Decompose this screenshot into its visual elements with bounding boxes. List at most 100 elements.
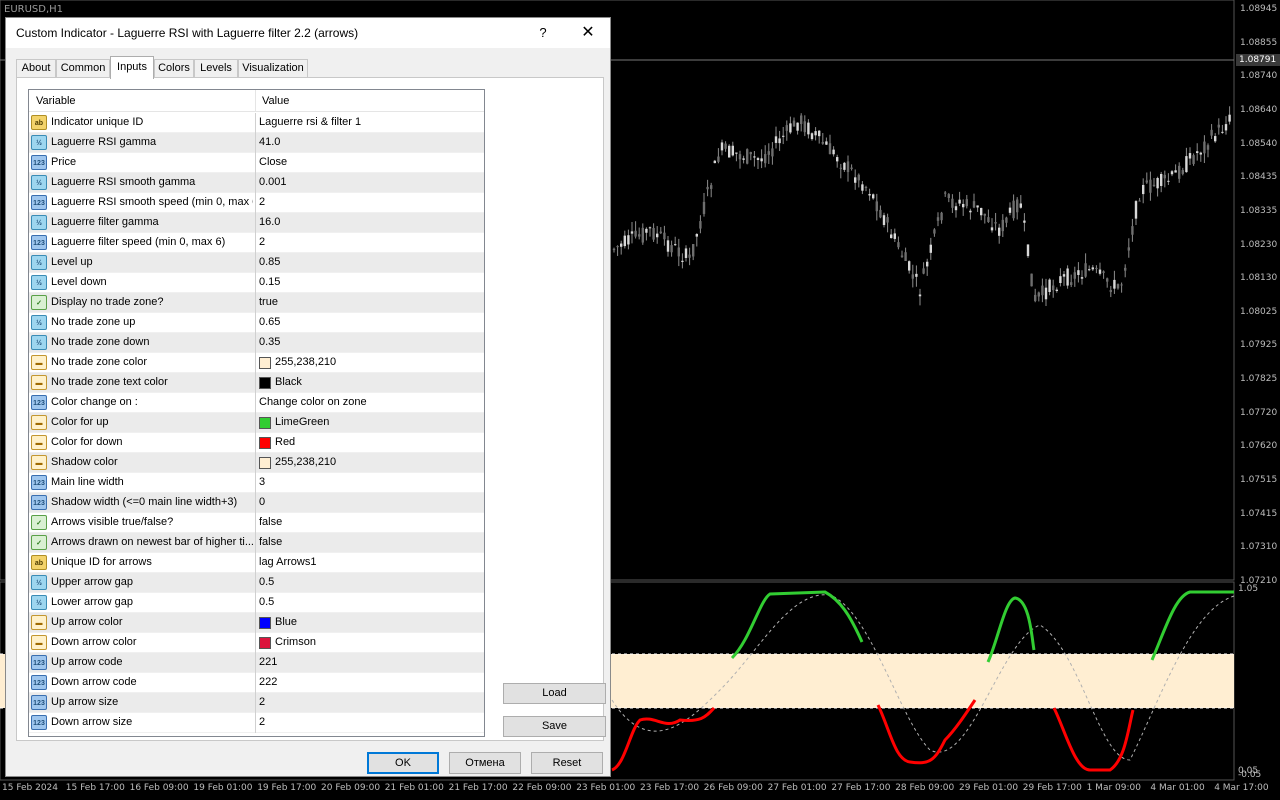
input-value[interactable]: 0 [259, 496, 265, 508]
color-swatch[interactable] [259, 637, 271, 649]
input-row[interactable]: ▬ Up arrow color Blue [29, 613, 484, 633]
input-row[interactable]: 123 Down arrow code 222 [29, 673, 484, 693]
input-value[interactable]: 0.15 [259, 276, 280, 288]
input-row[interactable]: ½ No trade zone down 0.35 [29, 333, 484, 353]
candle-body [832, 149, 835, 155]
column-header-variable[interactable]: Variable [36, 95, 76, 107]
input-value[interactable]: 0.5 [259, 596, 274, 608]
input-row[interactable]: ▬ No trade zone text color Black [29, 373, 484, 393]
input-row[interactable]: ab Indicator unique ID Laguerre rsi & filt… [29, 113, 484, 133]
tab-colors[interactable]: Colors [154, 59, 194, 78]
input-value[interactable]: Blue [275, 616, 297, 628]
input-row[interactable]: ½ No trade zone up 0.65 [29, 313, 484, 333]
load-button[interactable]: Load [503, 683, 606, 704]
row-separator [255, 633, 256, 653]
input-value[interactable]: Laguerre rsi & filter 1 [259, 116, 361, 128]
tab-about[interactable]: About [16, 59, 56, 78]
input-row[interactable]: 123 Up arrow code 221 [29, 653, 484, 673]
input-row[interactable]: 123 Laguerre RSI smooth speed (min 0, max… [29, 193, 484, 213]
tab-common[interactable]: Common [56, 59, 110, 78]
ok-button[interactable]: OK [367, 752, 439, 774]
color-swatch[interactable] [259, 357, 271, 369]
close-button[interactable]: ✕ [572, 22, 604, 44]
input-row[interactable]: ½ Upper arrow gap 0.5 [29, 573, 484, 593]
input-name: Up arrow color [51, 616, 123, 628]
input-row[interactable]: ½ Laguerre filter gamma 16.0 [29, 213, 484, 233]
input-value[interactable]: 2 [259, 716, 265, 728]
input-value[interactable]: 41.0 [259, 136, 280, 148]
input-value[interactable]: 3 [259, 476, 265, 488]
input-value[interactable]: 0.5 [259, 576, 274, 588]
tab-levels[interactable]: Levels [194, 59, 238, 78]
input-row[interactable]: ½ Lower arrow gap 0.5 [29, 593, 484, 613]
cancel-button[interactable]: Отмена [449, 752, 521, 774]
oscillator-tick-label: -0.05 [1238, 770, 1262, 780]
input-row[interactable]: ½ Laguerre RSI smooth gamma 0.001 [29, 173, 484, 193]
input-row[interactable]: ½ Level down 0.15 [29, 273, 484, 293]
candle-body [706, 186, 709, 190]
input-value[interactable]: 2 [259, 196, 265, 208]
input-row[interactable]: 123 Main line width 3 [29, 473, 484, 493]
input-value[interactable]: false [259, 516, 282, 528]
input-value[interactable]: Change color on zone [259, 396, 367, 408]
input-row[interactable]: 123 Up arrow size 2 [29, 693, 484, 713]
input-row[interactable]: ✓ Arrows visible true/false? false [29, 513, 484, 533]
color-swatch[interactable] [259, 437, 271, 449]
input-value[interactable]: 0.85 [259, 256, 280, 268]
input-name: Color for up [51, 416, 109, 428]
color-swatch[interactable] [259, 617, 271, 629]
column-separator[interactable] [255, 90, 256, 112]
input-row[interactable]: ▬ No trade zone color 255,238,210 [29, 353, 484, 373]
input-row[interactable]: ▬ Color for up LimeGreen [29, 413, 484, 433]
input-value[interactable]: 2 [259, 696, 265, 708]
input-value[interactable]: Black [275, 376, 302, 388]
tab-visualization[interactable]: Visualization [238, 59, 308, 78]
help-button[interactable]: ? [528, 22, 558, 44]
candle-body [965, 199, 968, 207]
input-value[interactable]: 0.65 [259, 316, 280, 328]
color-swatch[interactable] [259, 457, 271, 469]
input-value[interactable]: 255,238,210 [275, 456, 336, 468]
color-swatch[interactable] [259, 377, 271, 389]
candle-body [764, 154, 767, 164]
input-row[interactable]: ½ Laguerre RSI gamma 41.0 [29, 133, 484, 153]
candle-body [717, 156, 720, 162]
tab-inputs[interactable]: Inputs [110, 56, 154, 79]
input-value[interactable]: Close [259, 156, 287, 168]
input-row[interactable]: 123 Shadow width (<=0 main line width+3) 0 [29, 493, 484, 513]
input-value[interactable]: true [259, 296, 278, 308]
input-value[interactable]: 222 [259, 676, 277, 688]
input-row[interactable]: ▬ Shadow color 255,238,210 [29, 453, 484, 473]
input-value[interactable]: Crimson [275, 636, 316, 648]
input-value[interactable]: LimeGreen [275, 416, 329, 428]
integer-type-icon: 123 [31, 695, 47, 710]
input-value[interactable]: 0.001 [259, 176, 287, 188]
input-row[interactable]: ½ Level up 0.85 [29, 253, 484, 273]
color-swatch[interactable] [259, 417, 271, 429]
input-value[interactable]: false [259, 536, 282, 548]
input-row[interactable]: ab Unique ID for arrows lag Arrows1 [29, 553, 484, 573]
input-value[interactable]: 0.35 [259, 336, 280, 348]
input-row[interactable]: 123 Laguerre filter speed (min 0, max 6) 2 [29, 233, 484, 253]
input-row[interactable]: ▬ Down arrow color Crimson [29, 633, 484, 653]
input-name: Laguerre filter gamma [51, 216, 159, 228]
input-name: No trade zone up [51, 316, 136, 328]
input-value[interactable]: Red [275, 436, 295, 448]
input-row[interactable]: 123 Down arrow size 2 [29, 713, 484, 733]
input-value[interactable]: lag Arrows1 [259, 556, 316, 568]
save-button[interactable]: Save [503, 716, 606, 737]
input-row[interactable]: ✓ Display no trade zone? true [29, 293, 484, 313]
dialog-title-bar[interactable]: Custom Indicator - Laguerre RSI with Lag… [6, 18, 610, 48]
input-value[interactable]: 221 [259, 656, 277, 668]
input-row[interactable]: ▬ Color for down Red [29, 433, 484, 453]
input-row[interactable]: ✓ Arrows drawn on newest bar of higher ti… [29, 533, 484, 553]
time-tick-label: 21 Feb 01:00 [384, 783, 444, 793]
input-row[interactable]: 123 Color change on : Change color on zone [29, 393, 484, 413]
candle-body [720, 142, 724, 151]
reset-button[interactable]: Reset [531, 752, 603, 774]
input-value[interactable]: 255,238,210 [275, 356, 336, 368]
column-header-value[interactable]: Value [262, 95, 289, 107]
input-value[interactable]: 2 [259, 236, 265, 248]
input-row[interactable]: 123 Price Close [29, 153, 484, 173]
input-value[interactable]: 16.0 [259, 216, 280, 228]
